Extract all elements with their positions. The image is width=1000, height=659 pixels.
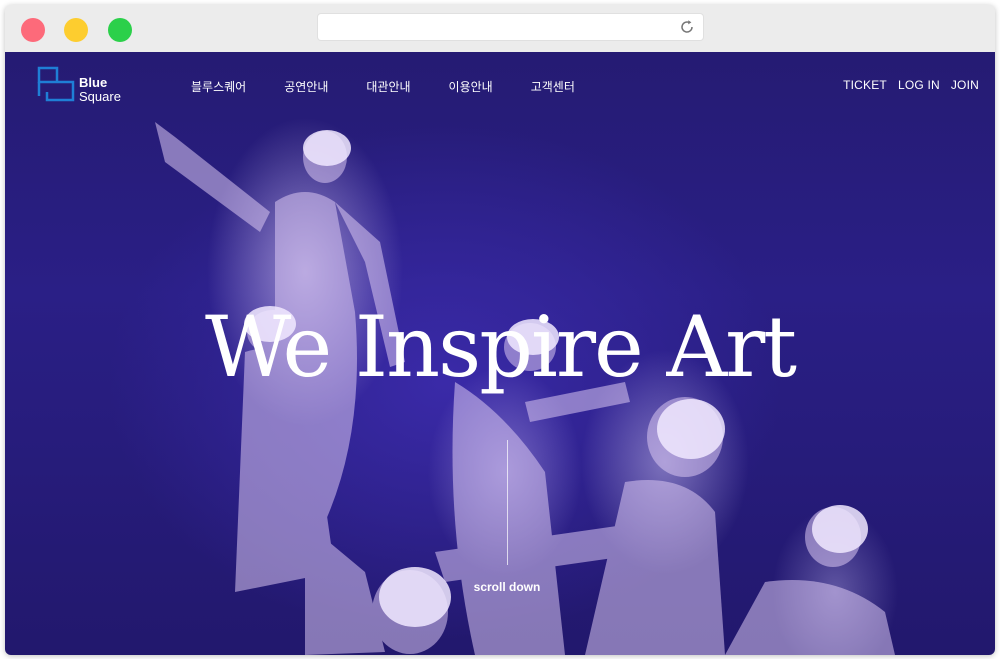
browser-window: Blue Square 블루스퀘어 공연안내 대관안내 이용안내 고객센터 TI… — [5, 5, 995, 655]
main-nav: 블루스퀘어 공연안내 대관안내 이용안내 고객센터 — [191, 78, 613, 95]
maximize-window-button[interactable] — [108, 18, 132, 42]
logo-line2: Square — [79, 89, 121, 104]
minimize-window-button[interactable] — [64, 18, 88, 42]
ticket-link[interactable]: TICKET — [843, 78, 887, 92]
login-link[interactable]: LOG IN — [898, 78, 940, 92]
browser-titlebar — [5, 5, 995, 53]
nav-item-performances[interactable]: 공연안내 — [284, 78, 328, 95]
hero-section: Blue Square 블루스퀘어 공연안내 대관안내 이용안내 고객센터 TI… — [5, 52, 995, 655]
join-link[interactable]: JOIN — [951, 78, 979, 92]
nav-item-bluesquare[interactable]: 블루스퀘어 — [191, 78, 246, 95]
close-window-button[interactable] — [21, 18, 45, 42]
nav-item-guide[interactable]: 이용안내 — [449, 78, 493, 95]
nav-item-rental[interactable]: 대관안내 — [366, 78, 410, 95]
logo-text: Blue Square — [79, 76, 121, 104]
nav-item-customer-center[interactable]: 고객센터 — [531, 78, 575, 95]
logo-mark-icon — [37, 66, 75, 102]
address-bar[interactable] — [318, 14, 703, 40]
utility-nav: TICKET LOG IN JOIN — [832, 78, 979, 92]
scroll-indicator-line — [507, 440, 508, 565]
scroll-down-link[interactable]: scroll down — [5, 580, 995, 594]
logo-line1: Blue — [79, 75, 108, 90]
hero-headline: We Inspire Art — [204, 298, 797, 396]
reload-icon[interactable] — [677, 17, 697, 37]
site-logo[interactable]: Blue Square — [37, 66, 137, 106]
